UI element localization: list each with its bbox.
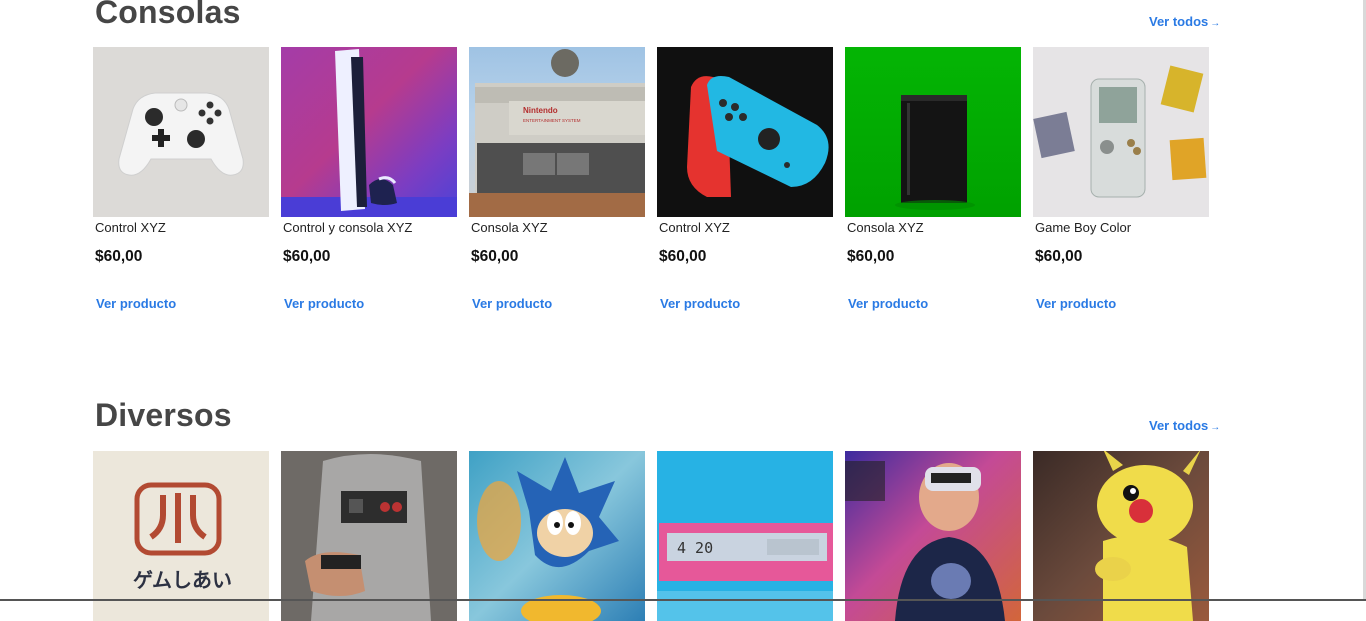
nes-subtitle-text: ENTERTAINMENT SYSTEM — [523, 118, 581, 123]
product-card[interactable]: Consola XYZ $60,00 Ver producto — [845, 47, 1021, 313]
product-row-consolas: Control XYZ $60,00 Ver producto Control … — [93, 47, 1209, 313]
product-card[interactable]: Control y consola XYZ $60,00 Ver product… — [281, 47, 457, 313]
product-image-ps5 — [281, 47, 457, 217]
product-card[interactable] — [1033, 451, 1209, 621]
product-name: Game Boy Color — [1035, 220, 1132, 235]
product-image-xbox-series-x — [845, 47, 1021, 217]
product-row-diversos: ゲムしあい 4 20 — [93, 451, 1209, 621]
product-card[interactable] — [845, 451, 1021, 621]
product-name: Consola XYZ — [471, 220, 548, 235]
product-image-vr-player — [845, 451, 1021, 621]
product-card[interactable]: Control XYZ $60,00 Ver producto — [93, 47, 269, 313]
view-all-diversos-link[interactable]: Ver todos → — [1149, 418, 1220, 433]
product-name: Consola XYZ — [847, 220, 924, 235]
product-image-pikachu-plush — [1033, 451, 1209, 621]
product-image-xbox-controller — [93, 47, 269, 217]
product-image-nes: Nintendo ENTERTAINMENT SYSTEM — [469, 47, 645, 217]
product-card[interactable]: 4 20 — [657, 451, 833, 621]
view-all-label: Ver todos — [1149, 418, 1209, 433]
view-product-link[interactable]: Ver producto — [284, 296, 364, 311]
view-product-link[interactable]: Ver producto — [472, 296, 552, 311]
view-product-link[interactable]: Ver producto — [848, 296, 928, 311]
view-product-link[interactable]: Ver producto — [660, 296, 740, 311]
arrow-right-icon: → — [1210, 18, 1221, 29]
product-price: $60,00 — [95, 248, 143, 265]
product-price: $60,00 — [847, 248, 895, 265]
product-card[interactable] — [469, 451, 645, 621]
nes-logo-text: Nintendo — [523, 106, 558, 115]
section-title-consolas: Consolas — [95, 0, 241, 30]
product-image-gameboy — [1033, 47, 1209, 217]
product-price: $60,00 — [1035, 248, 1083, 265]
product-price: $60,00 — [659, 248, 707, 265]
section-title-diversos: Diversos — [95, 397, 232, 433]
product-image-joycon — [657, 47, 833, 217]
product-card[interactable] — [281, 451, 457, 621]
product-price: $60,00 — [283, 248, 331, 265]
view-product-link[interactable]: Ver producto — [1036, 296, 1116, 311]
product-name: Control XYZ — [659, 220, 730, 235]
clock-display-text: 4 20 — [677, 539, 713, 557]
product-image-clock-radio: 4 20 — [657, 451, 833, 621]
product-image-sonic-figure — [469, 451, 645, 621]
product-card[interactable]: ゲムしあい — [93, 451, 269, 621]
product-image-nes-controller-shirt — [281, 451, 457, 621]
shirt-text: ゲムしあい — [133, 568, 232, 592]
product-card[interactable]: Control XYZ $60,00 Ver producto — [657, 47, 833, 313]
arrow-right-icon: → — [1210, 422, 1221, 433]
product-name: Control XYZ — [95, 220, 166, 235]
view-all-consolas-link[interactable]: Ver todos → — [1149, 14, 1220, 29]
view-all-label: Ver todos — [1149, 14, 1209, 29]
view-product-link[interactable]: Ver producto — [96, 296, 176, 311]
product-image-atari-shirt: ゲムしあい — [93, 451, 269, 621]
product-card[interactable]: Nintendo ENTERTAINMENT SYSTEM Consola XY… — [469, 47, 645, 313]
product-price: $60,00 — [471, 248, 519, 265]
product-card[interactable]: Game Boy Color $60,00 Ver producto — [1033, 47, 1209, 313]
product-name: Control y consola XYZ — [283, 220, 413, 235]
